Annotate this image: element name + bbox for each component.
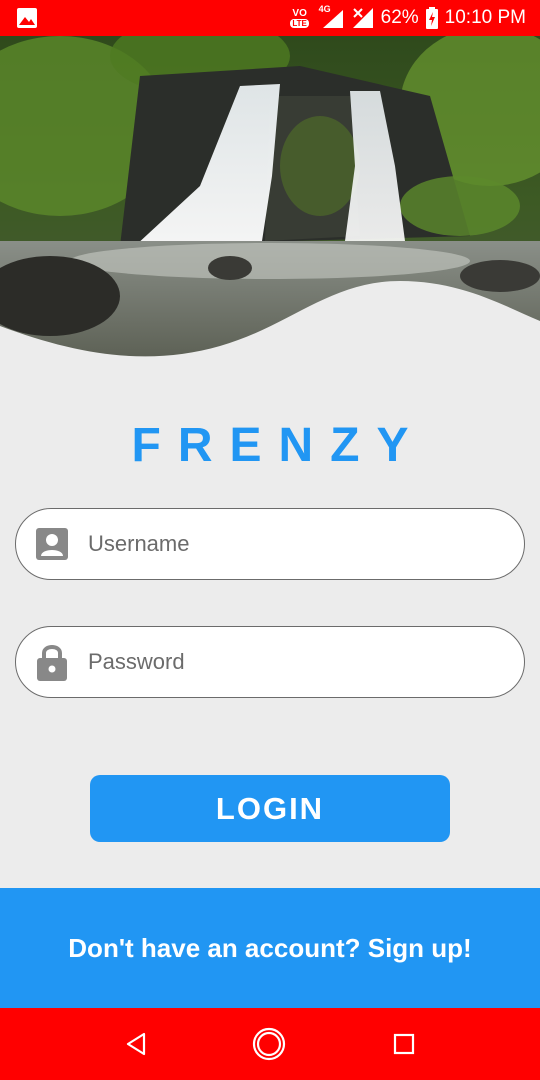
volte-icon: VO LTE <box>287 3 313 33</box>
signal-icon: 4G <box>319 4 345 30</box>
battery-percent: 62% <box>380 7 419 28</box>
signal-no-data-icon <box>351 6 375 30</box>
lock-icon <box>34 642 70 682</box>
home-icon[interactable] <box>251 1026 287 1062</box>
battery-charging-icon <box>425 6 439 30</box>
password-input[interactable] <box>88 627 500 697</box>
status-bar: VO LTE 4G 62% 10:10 PM <box>0 0 540 36</box>
waterfall-photo <box>0 36 540 366</box>
app-title: FRENZY <box>131 419 426 472</box>
clock: 10:10 PM <box>444 7 526 28</box>
lte-label: LTE <box>290 19 309 28</box>
username-field[interactable] <box>15 508 525 580</box>
navigation-bar <box>0 1008 540 1080</box>
password-field[interactable] <box>15 626 525 698</box>
volte-label: VO <box>292 8 307 19</box>
person-icon <box>34 524 70 564</box>
recents-icon[interactable] <box>386 1026 422 1062</box>
login-button[interactable]: LOGIN <box>90 775 450 842</box>
username-input[interactable] <box>88 509 500 579</box>
signup-link[interactable]: Don't have an account? Sign up! <box>68 933 471 964</box>
signup-banner[interactable]: Don't have an account? Sign up! <box>0 888 540 1008</box>
back-icon[interactable] <box>118 1026 154 1062</box>
gallery-icon <box>16 7 38 29</box>
